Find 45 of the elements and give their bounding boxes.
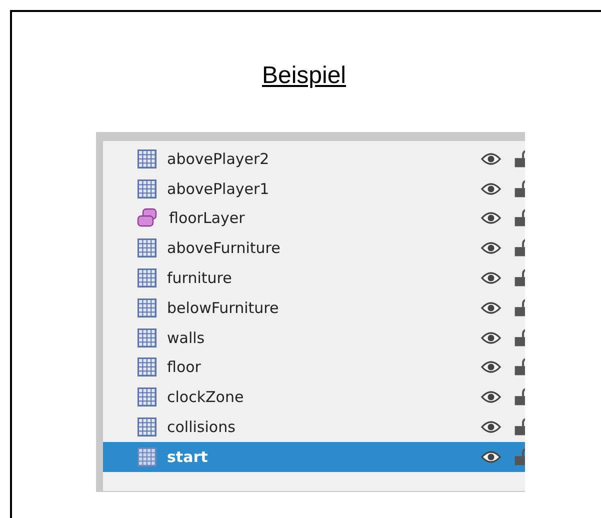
eye-icon[interactable] — [481, 150, 501, 167]
tile-grid-icon — [137, 417, 157, 438]
layer-row[interactable]: abovePlayer2 — [103, 144, 525, 174]
layer-row[interactable]: furniture — [103, 263, 525, 293]
layer-name: start — [167, 448, 209, 466]
eye-icon[interactable] — [481, 180, 501, 197]
layer-row[interactable]: floor — [103, 352, 525, 382]
eye-icon[interactable] — [481, 270, 501, 286]
layer-row[interactable]: aboveFurniture — [103, 233, 525, 264]
tile-grid-icon — [137, 238, 157, 258]
layer-name: floorLayer — [169, 209, 246, 228]
tile-grid-icon — [137, 446, 157, 467]
tile-grid-icon — [137, 148, 157, 169]
layer-row[interactable]: collisions — [103, 412, 525, 442]
layer-name: collisions — [167, 418, 236, 436]
layer-row[interactable]: abovePlayer1 — [103, 174, 525, 204]
shapes-icon — [137, 208, 159, 228]
eye-icon[interactable] — [481, 359, 501, 376]
layer-name: belowFurniture — [167, 298, 280, 317]
tile-grid-icon — [137, 328, 157, 348]
eye-icon[interactable] — [481, 330, 501, 346]
tile-grid-icon — [137, 268, 157, 288]
eye-icon[interactable] — [481, 210, 501, 226]
eye-icon[interactable] — [481, 300, 501, 316]
tile-grid-icon — [137, 387, 157, 408]
eye-icon[interactable] — [481, 240, 501, 256]
layer-name: abovePlayer2 — [167, 150, 270, 168]
layer-name: abovePlayer1 — [167, 180, 270, 198]
eye-icon[interactable] — [481, 448, 501, 465]
eye-icon[interactable] — [481, 419, 501, 436]
tile-grid-icon — [137, 357, 157, 378]
tile-grid-icon — [137, 298, 157, 318]
layer-name: furniture — [167, 269, 233, 288]
layer-name: walls — [167, 328, 206, 347]
layer-row[interactable]: start — [103, 442, 525, 472]
layer-row[interactable]: walls — [103, 322, 525, 353]
layer-row[interactable]: floorLayer — [103, 204, 525, 234]
layer-row[interactable]: clockZone — [103, 382, 525, 412]
tile-grid-icon — [137, 178, 157, 199]
layer-row[interactable]: belowFurniture — [103, 292, 525, 323]
layer-name: clockZone — [167, 388, 245, 406]
layer-name: floor — [167, 358, 202, 376]
eye-icon[interactable] — [481, 389, 501, 406]
heading: Beispiel — [260, 62, 348, 90]
layer-name: aboveFurniture — [167, 239, 282, 258]
